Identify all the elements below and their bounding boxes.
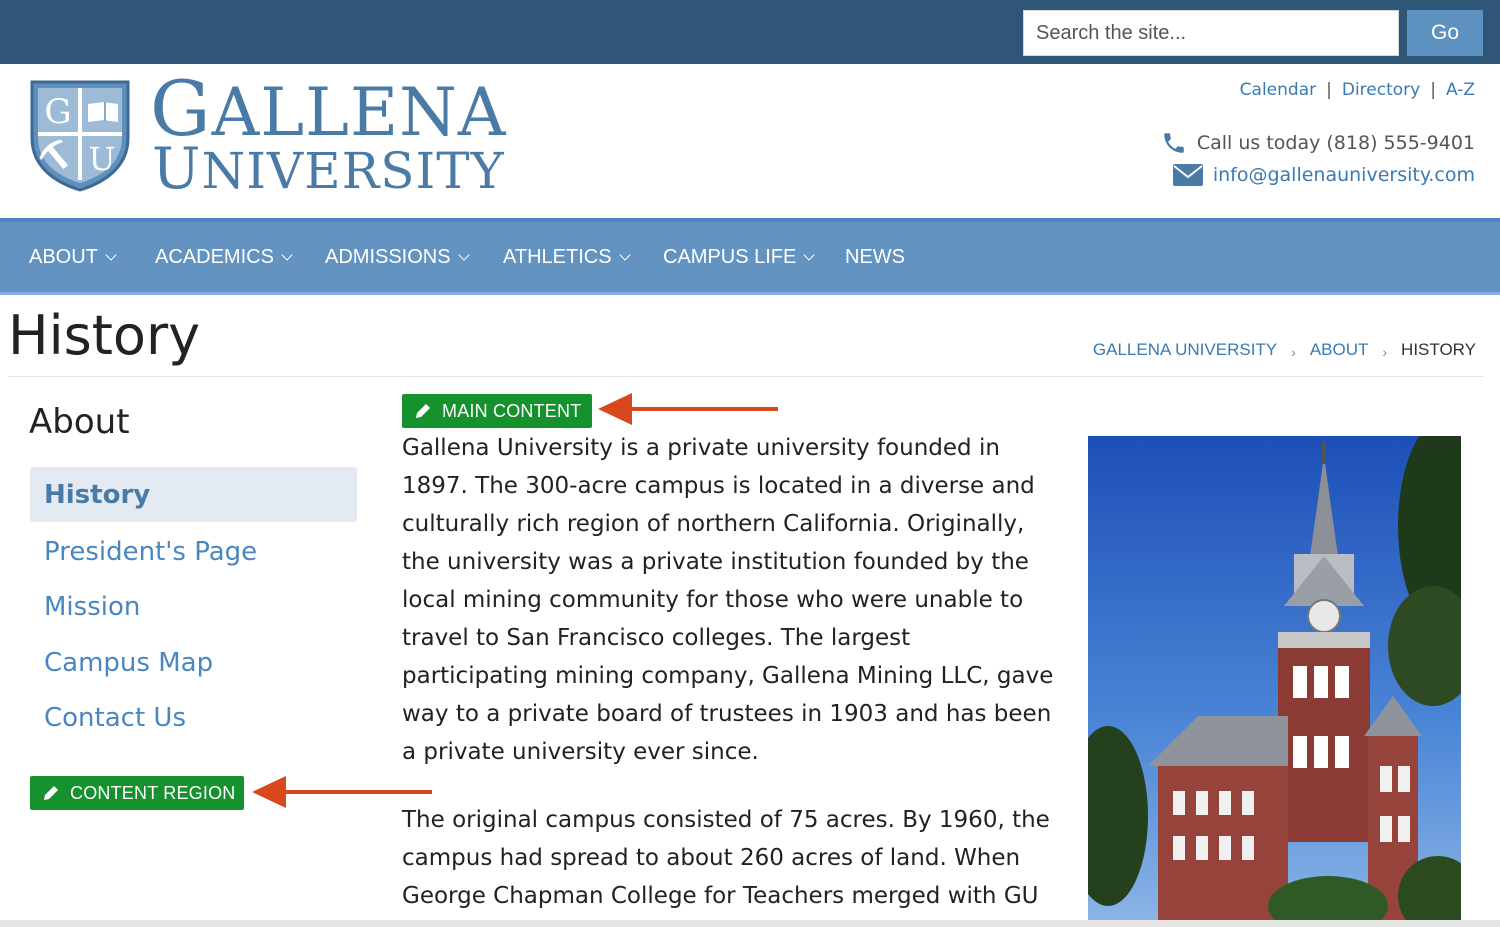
nav-news[interactable]: NEWS — [845, 222, 905, 292]
breadcrumb-about[interactable]: ABOUT — [1310, 340, 1369, 360]
sidebar-item-presidents-page[interactable]: President's Page — [30, 524, 357, 579]
breadcrumb: GALLENA UNIVERSITY › ABOUT › HISTORY — [1093, 340, 1476, 360]
breadcrumb-current: HISTORY — [1401, 340, 1476, 359]
nav-about[interactable]: ABOUT — [29, 222, 117, 292]
sidebar-item-campus-map[interactable]: Campus Map — [30, 635, 357, 690]
chevron-down-icon — [105, 248, 117, 261]
chevron-down-icon — [457, 248, 470, 261]
sidebar-heading: About — [29, 402, 130, 442]
history-paragraph-2: The original campus consisted of 75 acre… — [402, 807, 1050, 927]
nav-academics[interactable]: ACADEMICS — [155, 222, 293, 292]
university-shield-logo[interactable]: G U — [28, 76, 132, 192]
util-separator: | — [1326, 80, 1332, 100]
calendar-link[interactable]: Calendar — [1240, 80, 1316, 100]
breadcrumb-separator-icon: › — [1291, 344, 1296, 360]
nav-admissions[interactable]: ADMISSIONS — [325, 222, 470, 292]
scroll-edge — [0, 920, 1500, 927]
main-nav: ABOUT ACADEMICS ADMISSIONS ATHLETICS CAM… — [0, 218, 1500, 295]
logo-wordmark-line1[interactable]: GALLENA — [150, 71, 507, 148]
sidebar-item-contact-us[interactable]: Contact Us — [30, 690, 357, 745]
logo-wordmark-line2[interactable]: UNIVERSITY — [152, 140, 505, 198]
book-icon — [88, 102, 118, 122]
nav-athletics[interactable]: ATHLETICS — [503, 222, 631, 292]
directory-link[interactable]: Directory — [1342, 80, 1420, 100]
breadcrumb-separator-icon: › — [1382, 344, 1388, 360]
phone-text: Call us today (818) 555-9401 — [1196, 132, 1475, 154]
page-title: History — [8, 304, 201, 367]
sidebar-item-mission[interactable]: Mission — [30, 579, 357, 634]
divider — [8, 376, 1484, 377]
shield-letter-u: U — [89, 140, 116, 178]
email-link[interactable]: info@gallenauniversity.com — [1213, 164, 1475, 186]
envelope-icon — [1172, 164, 1203, 186]
history-paragraph-1: Gallena University is a private universi… — [402, 435, 1054, 765]
search-input[interactable] — [1023, 10, 1399, 56]
nav-campus-life[interactable]: CAMPUS LIFE — [663, 222, 816, 292]
util-separator: | — [1430, 80, 1436, 100]
search-go-button[interactable]: Go — [1407, 10, 1483, 56]
chevron-down-icon — [281, 248, 293, 261]
campus-clock-tower-photo — [1088, 436, 1461, 921]
chevron-down-icon — [803, 248, 816, 261]
pencil-icon — [44, 786, 58, 800]
breadcrumb-home[interactable]: GALLENA UNIVERSITY — [1093, 340, 1277, 360]
chevron-down-icon — [618, 248, 631, 261]
top-bar: Go — [0, 0, 1500, 64]
main-content-edit-button[interactable]: MAIN CONTENT — [402, 394, 592, 428]
a-z-link[interactable]: A-Z — [1446, 80, 1475, 100]
shield-letter-g: G — [44, 92, 71, 132]
main-content-arrow — [598, 393, 778, 425]
sidebar-item-history[interactable]: History — [30, 467, 357, 522]
email-contact: info@gallenauniversity.com — [1172, 164, 1475, 186]
phone-icon — [1164, 133, 1184, 153]
utility-links: Calendar | Directory | A-Z — [1240, 80, 1475, 100]
pencil-icon — [416, 404, 430, 418]
phone-contact: Call us today (818) 555-9401 — [1161, 130, 1475, 156]
content-region-edit-button[interactable]: CONTENT REGION — [30, 776, 244, 810]
